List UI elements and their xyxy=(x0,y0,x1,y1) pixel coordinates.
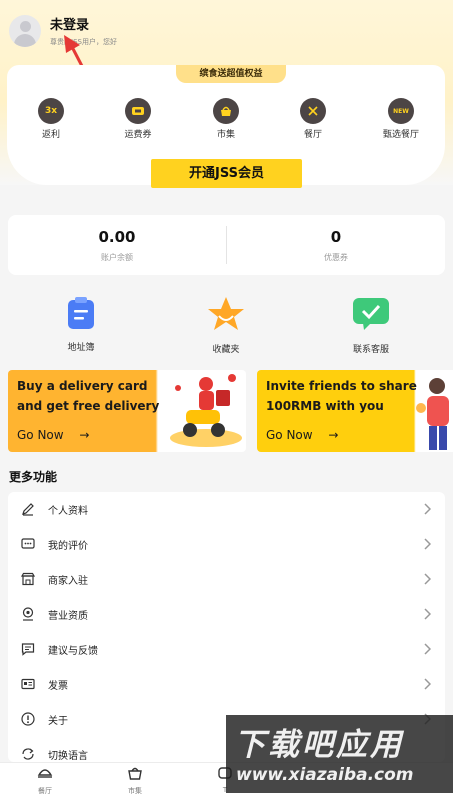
quick-favorites[interactable]: 收藏夹 xyxy=(171,296,281,355)
watermark-url: www.xiazaiba.com xyxy=(236,765,414,785)
comment-icon xyxy=(21,538,35,549)
perk-label: 返利 xyxy=(41,130,60,140)
open-membership-button[interactable]: 开通JSS会员 xyxy=(151,159,302,188)
perk-selected-restaurant[interactable]: NEW 甄选餐厅 xyxy=(366,98,436,140)
certificate-icon xyxy=(22,607,34,621)
menu-item-business-license[interactable]: 营业资质 xyxy=(8,597,445,632)
more-features-title: 更多功能 xyxy=(9,470,58,484)
menu-item-my-reviews[interactable]: 我的评价 xyxy=(8,527,445,562)
menu-item-invoice[interactable]: 发票 xyxy=(8,667,445,702)
chevron-right-icon xyxy=(424,573,431,585)
profile-header: 未登录 尊贵的JSS用户，您好 xyxy=(0,0,453,121)
tab-market[interactable]: 市集 xyxy=(90,765,180,796)
quick-label: 地址簿 xyxy=(67,343,95,353)
delivery-card-banner[interactable]: Buy a delivery card and get free deliver… xyxy=(8,370,246,452)
restaurant-cutlery-icon xyxy=(300,98,326,124)
member-benefits-tab: 缤食送超值权益 xyxy=(176,65,286,83)
account-balance-label: 账户余额 xyxy=(101,253,133,262)
menu-item-profile[interactable]: 个人资料 xyxy=(8,492,445,527)
chevron-right-icon xyxy=(424,608,431,620)
friends-illustration xyxy=(416,378,449,450)
menu-item-label: 个人资料 xyxy=(48,506,88,517)
go-now-link[interactable]: Go Now → xyxy=(266,428,338,442)
address-book-icon xyxy=(68,297,94,329)
rebate-badge-text: 3x xyxy=(44,106,58,116)
perk-label: 甄选餐厅 xyxy=(382,130,419,140)
coupons-value: 0 xyxy=(330,228,342,246)
banner-text: Buy a delivery card and get free deliver… xyxy=(17,376,159,416)
tab-restaurant[interactable]: 餐厅 xyxy=(0,765,90,796)
menu-item-label: 商家入驻 xyxy=(48,576,88,587)
coupon-ticket-icon xyxy=(125,98,151,124)
menu-item-label: 我的评价 xyxy=(48,541,88,552)
language-switch-icon xyxy=(22,748,34,760)
perk-label: 运费券 xyxy=(124,130,152,140)
chevron-right-icon xyxy=(424,538,431,550)
invite-friends-banner[interactable]: Invite friends to share 100RMB with you … xyxy=(257,370,453,452)
coupons[interactable]: 0 优惠券 xyxy=(227,228,445,263)
login-status[interactable]: 未登录 xyxy=(50,14,89,33)
perk-rebate[interactable]: 3x 返利 xyxy=(16,98,86,140)
info-icon xyxy=(21,712,35,726)
go-now-link[interactable]: Go Now → xyxy=(17,428,89,442)
edit-pencil-icon xyxy=(22,503,34,516)
menu-item-label: 切换语言 xyxy=(48,751,88,762)
avatar[interactable] xyxy=(9,15,41,47)
quick-customer-service[interactable]: 联系客服 xyxy=(316,296,426,355)
coupons-label: 优惠券 xyxy=(324,253,348,262)
customer-service-chat-icon xyxy=(353,298,389,330)
banner-line: 100RMB with you xyxy=(266,399,384,413)
watermark-logo: 下载吧应用 www.xiazaiba.com xyxy=(226,715,453,793)
new-badge-text: NEW xyxy=(393,107,409,115)
perk-label: 市集 xyxy=(216,130,235,140)
chevron-right-icon xyxy=(424,643,431,655)
perk-market[interactable]: 市集 xyxy=(191,98,261,140)
favorites-star-icon xyxy=(208,297,244,330)
banner-text: Invite friends to share 100RMB with you xyxy=(266,376,417,416)
chevron-right-icon xyxy=(424,503,431,515)
menu-item-label: 建议与反馈 xyxy=(48,646,98,657)
menu-item-label: 发票 xyxy=(48,681,68,692)
quick-label: 联系客服 xyxy=(352,345,389,355)
chevron-right-icon xyxy=(424,678,431,690)
quick-label: 收藏夹 xyxy=(212,345,240,355)
invoice-icon xyxy=(21,678,35,690)
courier-scooter-illustration xyxy=(170,374,242,447)
quick-address-book[interactable]: 地址簿 xyxy=(26,296,136,353)
watermark-title: 下载吧应用 xyxy=(234,727,404,763)
perk-label: 餐厅 xyxy=(303,130,322,140)
arrow-right-icon: → xyxy=(79,428,90,442)
arrow-right-icon: → xyxy=(328,428,339,442)
go-now-label: Go Now xyxy=(17,428,64,442)
feedback-icon xyxy=(21,643,35,656)
account-balance[interactable]: 0.00 账户余额 xyxy=(8,228,226,263)
balance-card: 0.00 账户余额 0 优惠券 xyxy=(8,215,445,275)
banner-line: Buy a delivery card xyxy=(17,379,148,393)
rebate-3x-icon: 3x xyxy=(38,98,64,124)
perk-restaurant[interactable]: 餐厅 xyxy=(278,98,348,140)
account-balance-value: 0.00 xyxy=(98,228,136,246)
perk-shipping-coupon[interactable]: 运费券 xyxy=(103,98,173,140)
restaurant-tab-icon xyxy=(37,769,53,778)
banner-line: and get free delivery xyxy=(17,399,160,413)
menu-item-label: 关于 xyxy=(48,716,68,727)
market-tab-icon xyxy=(128,767,142,780)
banner-line: Invite friends to share xyxy=(266,379,417,393)
go-now-label: Go Now xyxy=(266,428,313,442)
new-badge-icon: NEW xyxy=(388,98,414,124)
market-basket-icon xyxy=(213,98,239,124)
menu-item-merchant-join[interactable]: 商家入驻 xyxy=(8,562,445,597)
store-icon xyxy=(21,572,35,586)
menu-item-feedback[interactable]: 建议与反馈 xyxy=(8,632,445,667)
menu-item-label: 营业资质 xyxy=(48,611,88,622)
